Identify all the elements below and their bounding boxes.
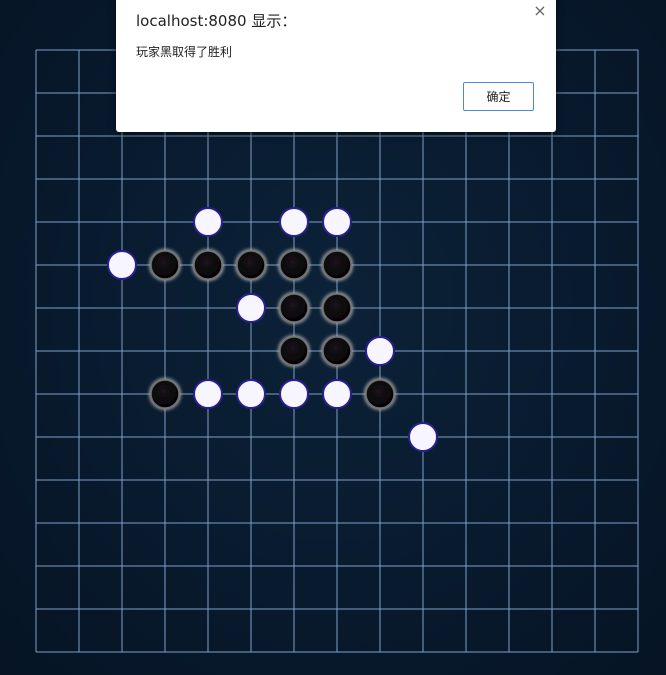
- black-stone: [279, 336, 309, 366]
- alert-dialog: localhost:8080 显示： × 玩家黑取得了胜利 确定: [116, 0, 556, 132]
- black-stone: [150, 379, 180, 409]
- white-stone: [107, 250, 137, 280]
- white-stone: [236, 379, 266, 409]
- black-stone: [322, 336, 352, 366]
- alert-message: 玩家黑取得了胜利: [136, 45, 233, 59]
- close-icon[interactable]: ×: [532, 2, 548, 20]
- black-stone: [150, 250, 180, 280]
- white-stone: [365, 336, 395, 366]
- white-stone: [279, 379, 309, 409]
- black-stone: [279, 293, 309, 323]
- black-stone: [193, 250, 223, 280]
- white-stone: [193, 207, 223, 237]
- black-stone: [322, 250, 352, 280]
- alert-title: localhost:8080 显示：: [136, 12, 297, 30]
- white-stone: [193, 379, 223, 409]
- stones-layer: [107, 207, 438, 452]
- ok-button[interactable]: 确定: [463, 82, 534, 111]
- white-stone: [279, 207, 309, 237]
- black-stone: [279, 250, 309, 280]
- white-stone: [322, 379, 352, 409]
- white-stone: [322, 207, 352, 237]
- white-stone: [236, 293, 266, 323]
- black-stone: [365, 379, 395, 409]
- black-stone: [236, 250, 266, 280]
- white-stone: [408, 422, 438, 452]
- black-stone: [322, 293, 352, 323]
